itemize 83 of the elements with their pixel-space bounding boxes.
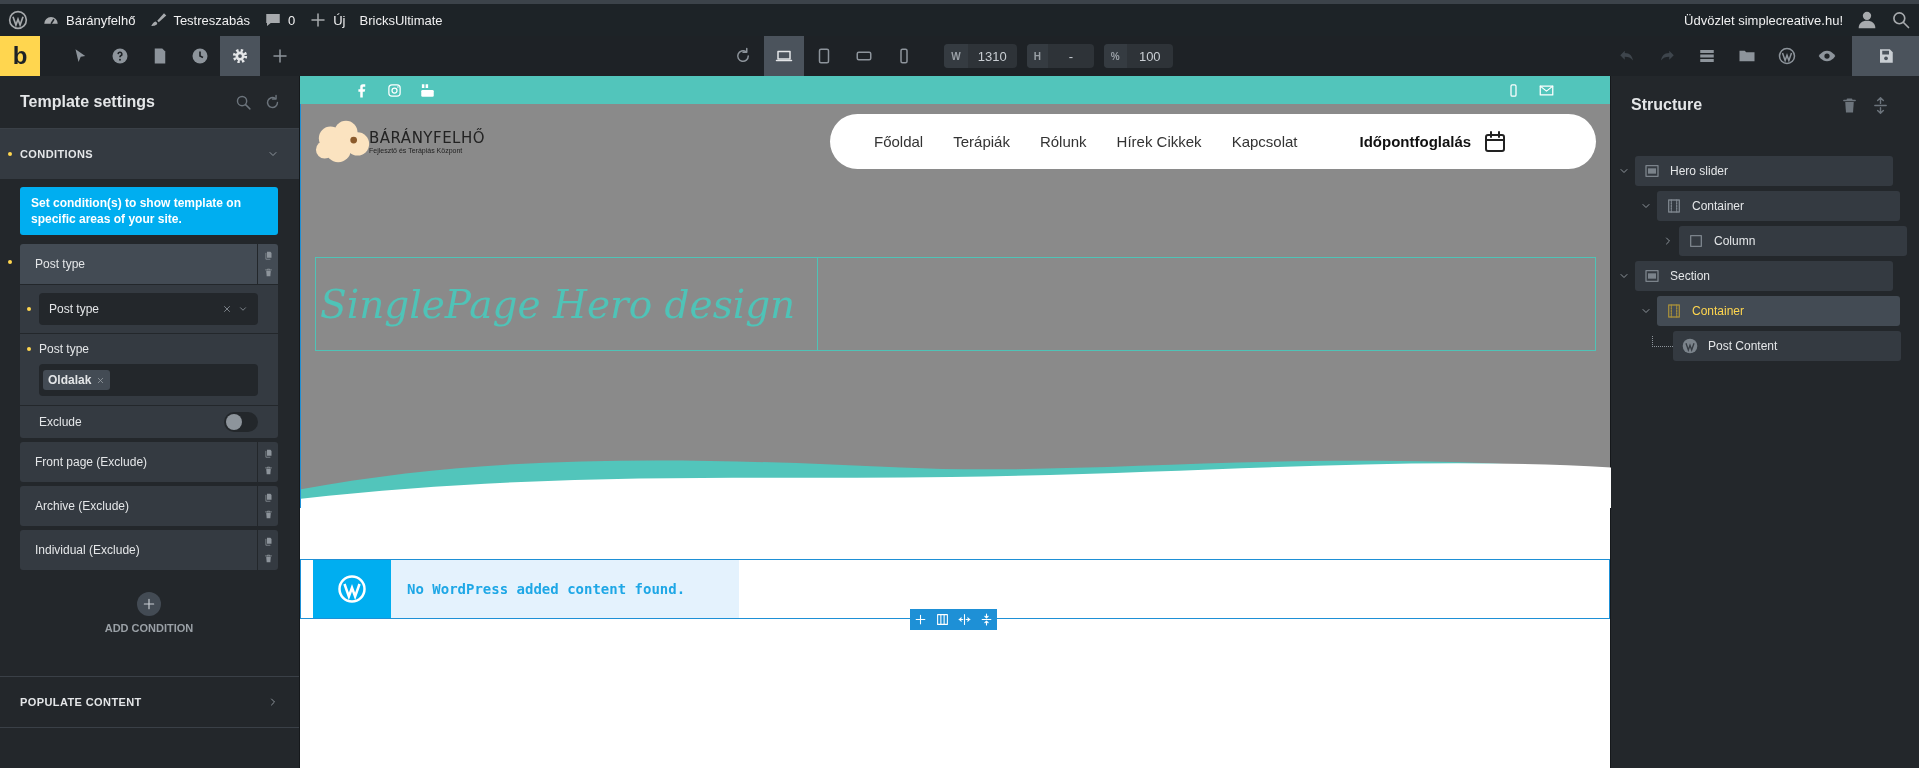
hero-title: SinglePage Hero design xyxy=(320,281,796,327)
search-icon[interactable] xyxy=(235,93,252,111)
wordpress-icon xyxy=(337,574,367,604)
clock-icon xyxy=(191,47,209,65)
plus-icon xyxy=(271,47,289,65)
section-icon xyxy=(1644,163,1660,179)
comment-icon xyxy=(264,11,282,29)
square-icon xyxy=(1688,233,1704,249)
copy-icon[interactable] xyxy=(263,251,273,260)
reset-icon[interactable] xyxy=(264,93,281,111)
bricks-logo[interactable]: b xyxy=(0,36,40,76)
admin-bar-link[interactable]: Új xyxy=(309,11,346,29)
tag-chip[interactable]: Oldalak xyxy=(43,370,111,390)
dimension-field[interactable]: W 1310 xyxy=(944,44,1017,68)
trash-icon[interactable] xyxy=(263,554,273,563)
user-icon[interactable] xyxy=(1857,10,1877,30)
empty-content-message: No WordPress added content found. xyxy=(391,560,739,618)
wordpress-icon xyxy=(1682,338,1698,354)
settings-icon xyxy=(231,47,249,65)
desktop-preview-button[interactable] xyxy=(764,36,805,76)
post-type-field[interactable]: Oldalak xyxy=(39,364,258,396)
copy-icon[interactable] xyxy=(263,537,273,546)
condition-select[interactable]: Post type xyxy=(39,293,258,325)
trash-icon[interactable] xyxy=(263,510,273,519)
add-condition-label[interactable]: ADD CONDITION xyxy=(104,622,194,634)
layers-icon xyxy=(1698,47,1716,65)
youtube-icon[interactable] xyxy=(420,82,435,98)
copy-icon[interactable] xyxy=(263,449,273,458)
copy-icon[interactable] xyxy=(263,493,273,502)
container-icon xyxy=(1666,198,1682,214)
admin-bar-link[interactable]: Bárányfelhő xyxy=(42,11,136,29)
help-icon xyxy=(111,47,129,65)
wordpress-logo-icon[interactable] xyxy=(8,10,28,30)
plus-icon xyxy=(142,597,156,611)
clear-icon[interactable] xyxy=(222,304,232,314)
panel-title: Structure xyxy=(1631,96,1704,114)
plus-icon xyxy=(309,11,328,29)
nav-link[interactable]: Rólunk xyxy=(1039,133,1087,150)
trash-icon[interactable] xyxy=(263,268,273,277)
site-logo-name: BÁRÁNYFELHŐ xyxy=(369,129,486,147)
nav-link[interactable]: Kapcsolat xyxy=(1231,133,1298,150)
dimension-field[interactable]: H - xyxy=(1026,44,1094,68)
structure-item[interactable]: Post Content xyxy=(1673,331,1901,361)
structure-item[interactable]: Hero slider xyxy=(1635,156,1893,186)
conditions-section-header[interactable]: CONDITIONS xyxy=(0,129,299,179)
admin-bar-link[interactable]: 0 xyxy=(264,11,296,29)
plus-icon[interactable] xyxy=(914,613,928,626)
columns-icon[interactable] xyxy=(936,613,950,626)
brush-icon xyxy=(149,11,168,29)
save-button[interactable] xyxy=(1852,36,1919,76)
exclude-toggle[interactable] xyxy=(224,412,258,432)
structure-item[interactable]: Column xyxy=(1679,226,1907,256)
nav-link[interactable]: Terápiák xyxy=(953,133,1010,150)
admin-bar-link[interactable]: Testreszabás xyxy=(149,11,250,29)
populate-section-header[interactable]: POPULATE CONTENT xyxy=(0,676,299,728)
chevron-icon[interactable] xyxy=(238,304,248,314)
dimension-field[interactable]: % 100 xyxy=(1103,44,1173,68)
container-icon xyxy=(1666,303,1682,319)
exclude-label: Exclude xyxy=(39,415,83,429)
structure-item[interactable]: Container xyxy=(1657,191,1900,221)
remove-icon[interactable] xyxy=(96,375,106,385)
admin-bar-link[interactable]: BricksUltimate xyxy=(359,12,443,28)
section-icon xyxy=(1644,268,1660,284)
add-condition-button[interactable] xyxy=(137,592,161,616)
booking-link[interactable]: Időpontfoglalás xyxy=(1359,133,1472,150)
settings-tool[interactable] xyxy=(220,36,260,76)
wordpress-icon xyxy=(1778,47,1796,65)
nav-link[interactable]: Főoldal xyxy=(874,133,924,150)
horizontal-resize-icon[interactable] xyxy=(957,613,971,626)
trash-icon[interactable] xyxy=(1841,96,1858,114)
vertical-resize-icon[interactable] xyxy=(979,613,993,626)
collapse-icon[interactable] xyxy=(1872,96,1889,114)
info-notice: Set condition(s) to show template on specific areas of your site. xyxy=(20,187,278,235)
calendar-icon[interactable] xyxy=(1483,129,1508,154)
structure-item[interactable]: Container xyxy=(1657,296,1900,326)
search-icon[interactable] xyxy=(1891,10,1911,30)
trash-icon[interactable] xyxy=(263,466,273,475)
field-label: Post type xyxy=(39,342,90,356)
panel-title: Template settings xyxy=(20,93,156,111)
structure-item[interactable]: Section xyxy=(1635,261,1893,291)
envelope-icon[interactable] xyxy=(1539,82,1554,98)
greeting-link[interactable]: Üdvözlet simplecreative.hu! xyxy=(1684,12,1843,28)
nav-link[interactable]: Hírek Cikkek xyxy=(1116,133,1202,150)
